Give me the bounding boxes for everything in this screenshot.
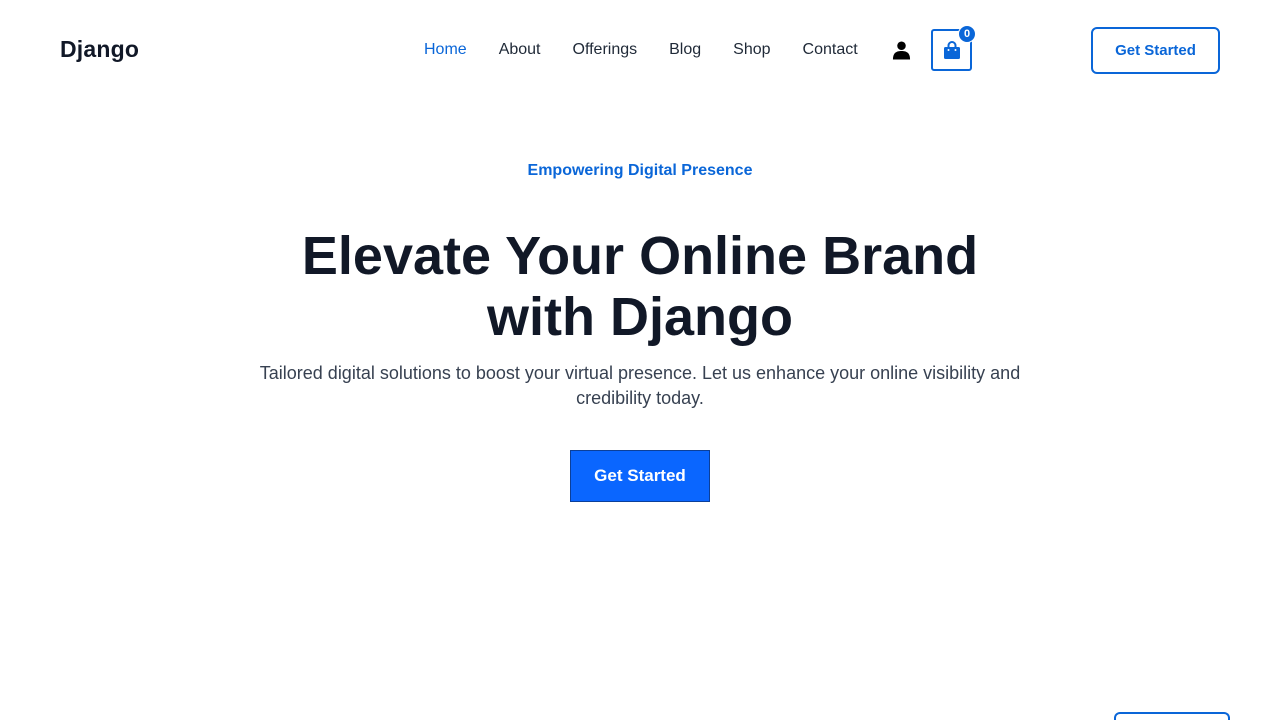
site-header: Django Home About Offerings Blog Shop Co… bbox=[0, 0, 1280, 100]
hero-eyebrow: Empowering Digital Presence bbox=[527, 162, 753, 179]
header-get-started-button[interactable]: Get Started bbox=[1091, 27, 1220, 74]
nav-link-offerings[interactable]: Offerings bbox=[557, 38, 654, 62]
nav-link-contact[interactable]: Contact bbox=[787, 38, 874, 62]
shopping-bag-icon bbox=[943, 41, 960, 59]
nav-link-home[interactable]: Home bbox=[408, 38, 483, 62]
nav-link-blog[interactable]: Blog bbox=[653, 38, 717, 62]
cart-count-badge: 0 bbox=[958, 25, 976, 43]
cart-button[interactable]: 0 bbox=[931, 25, 976, 71]
hero-title-line-1: Elevate Your Online Brand bbox=[301, 226, 979, 286]
nav-link-about[interactable]: About bbox=[483, 38, 557, 62]
site-logo[interactable]: Django bbox=[60, 36, 139, 63]
nav-link-shop[interactable]: Shop bbox=[717, 38, 786, 62]
main-nav: Home About Offerings Blog Shop Contact bbox=[408, 38, 874, 62]
hero-get-started-button[interactable]: Get Started bbox=[570, 450, 710, 502]
floating-widget-edge[interactable] bbox=[1114, 712, 1230, 720]
hero-title: Elevate Your Online Brand with Django bbox=[240, 226, 1040, 348]
hero-title-line-2: with Django bbox=[487, 287, 793, 347]
page: Django Home About Offerings Blog Shop Co… bbox=[0, 0, 1280, 720]
hero-subtitle: Tailored digital solutions to boost your… bbox=[259, 363, 1021, 408]
user-icon[interactable] bbox=[892, 40, 911, 60]
